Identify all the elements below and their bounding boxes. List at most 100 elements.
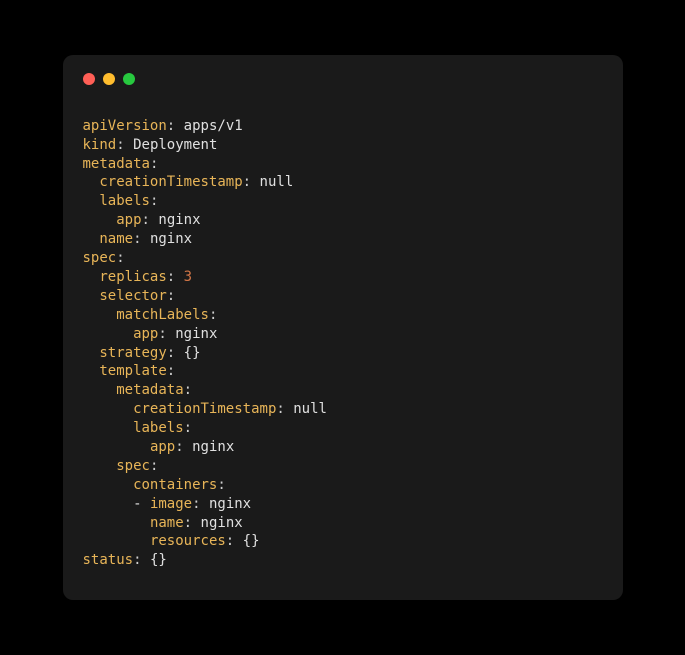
yaml-value: {} (184, 345, 201, 361)
indent (83, 533, 150, 549)
code-line: apiVersion: apps/v1 (83, 117, 603, 136)
colon: : (209, 307, 217, 323)
colon: : (116, 250, 124, 266)
yaml-key: template (99, 363, 166, 379)
indent (83, 288, 100, 304)
yaml-key: spec (83, 250, 117, 266)
colon: : (133, 552, 141, 568)
yaml-key: app (150, 439, 175, 455)
yaml-key: resources (150, 533, 226, 549)
yaml-value: nginx (150, 231, 192, 247)
indent (83, 269, 100, 285)
code-line: labels: (83, 192, 603, 211)
colon: : (192, 496, 200, 512)
code-line: metadata: (83, 381, 603, 400)
yaml-value: nginx (201, 515, 243, 531)
colon: : (167, 363, 175, 379)
colon: : (116, 137, 124, 153)
yaml-key: replicas (99, 269, 166, 285)
yaml-value: nginx (158, 212, 200, 228)
yaml-key: containers (133, 477, 217, 493)
code-line: selector: (83, 287, 603, 306)
indent (83, 212, 117, 228)
yaml-key: image (150, 496, 192, 512)
code-line: spec: (83, 249, 603, 268)
close-icon[interactable] (83, 73, 95, 85)
code-line: creationTimestamp: null (83, 400, 603, 419)
terminal-window: apiVersion: apps/v1kind: Deploymentmetad… (63, 55, 623, 600)
colon: : (217, 477, 225, 493)
yaml-key: selector (99, 288, 166, 304)
yaml-key: creationTimestamp (99, 174, 242, 190)
colon: : (150, 458, 158, 474)
colon: : (133, 231, 141, 247)
indent (83, 458, 117, 474)
window-titlebar (83, 73, 603, 85)
yaml-key: name (150, 515, 184, 531)
colon: : (226, 533, 234, 549)
yaml-value: 3 (184, 269, 192, 285)
code-line: status: {} (83, 551, 603, 570)
code-line: metadata: (83, 155, 603, 174)
yaml-key: kind (83, 137, 117, 153)
colon: : (142, 212, 150, 228)
yaml-key: spec (116, 458, 150, 474)
yaml-value: nginx (209, 496, 251, 512)
indent (83, 401, 134, 417)
code-line: containers: (83, 476, 603, 495)
yaml-key: labels (133, 420, 184, 436)
yaml-key: apiVersion (83, 118, 167, 134)
colon: : (184, 515, 192, 531)
indent (83, 515, 150, 531)
yaml-key: app (116, 212, 141, 228)
indent (83, 439, 150, 455)
code-line: replicas: 3 (83, 268, 603, 287)
yaml-key: app (133, 326, 158, 342)
colon: : (150, 193, 158, 209)
yaml-value: {} (243, 533, 260, 549)
indent (83, 174, 100, 190)
yaml-value: Deployment (133, 137, 217, 153)
yaml-key: status (83, 552, 134, 568)
yaml-code-block: apiVersion: apps/v1kind: Deploymentmetad… (83, 117, 603, 570)
yaml-value: null (260, 174, 294, 190)
code-line: strategy: {} (83, 344, 603, 363)
code-line: template: (83, 362, 603, 381)
indent (83, 193, 100, 209)
code-line: labels: (83, 419, 603, 438)
code-line: name: nginx (83, 514, 603, 533)
indent (83, 307, 117, 323)
colon: : (276, 401, 284, 417)
indent (83, 345, 100, 361)
colon: : (158, 326, 166, 342)
yaml-value: apps/v1 (184, 118, 243, 134)
yaml-key: metadata (83, 156, 150, 172)
colon: : (167, 288, 175, 304)
yaml-key: metadata (116, 382, 183, 398)
colon: : (167, 269, 175, 285)
yaml-key: strategy (99, 345, 166, 361)
code-line: - image: nginx (83, 495, 603, 514)
indent (83, 477, 134, 493)
indent (83, 363, 100, 379)
code-line: spec: (83, 457, 603, 476)
code-line: resources: {} (83, 532, 603, 551)
yaml-key: creationTimestamp (133, 401, 276, 417)
yaml-key: name (99, 231, 133, 247)
code-line: app: nginx (83, 438, 603, 457)
indent: - (83, 496, 150, 512)
colon: : (175, 439, 183, 455)
code-line: app: nginx (83, 325, 603, 344)
code-line: creationTimestamp: null (83, 173, 603, 192)
colon: : (243, 174, 251, 190)
code-line: app: nginx (83, 211, 603, 230)
code-line: matchLabels: (83, 306, 603, 325)
yaml-key: labels (99, 193, 150, 209)
minimize-icon[interactable] (103, 73, 115, 85)
colon: : (184, 420, 192, 436)
colon: : (167, 118, 175, 134)
indent (83, 231, 100, 247)
yaml-value: nginx (175, 326, 217, 342)
zoom-icon[interactable] (123, 73, 135, 85)
yaml-value: {} (150, 552, 167, 568)
